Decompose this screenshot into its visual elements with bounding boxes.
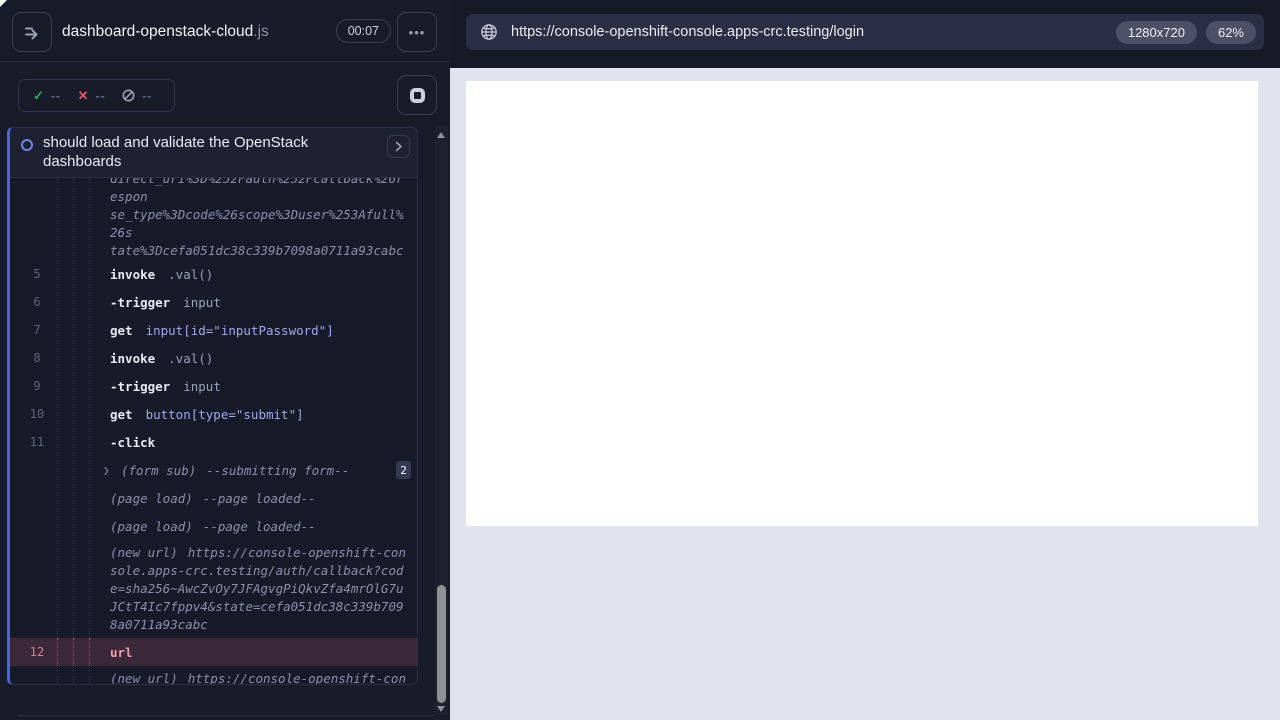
reporter-menu-button[interactable]: ••• — [397, 12, 437, 52]
pending-count: -- — [142, 88, 152, 103]
reporter-header: dashboard-openstack-cloud.js 00:07 ••• — [0, 0, 450, 62]
spec-extension: .js — [253, 23, 269, 40]
test-running-icon — [21, 139, 33, 151]
log-command-row[interactable]: 6 -trigger input — [10, 288, 417, 316]
runnables-scroll-area: should load and validate the OpenStack d… — [0, 125, 450, 720]
command-args: input — [183, 378, 221, 394]
command-number: 7 — [33, 323, 41, 337]
indent-guide — [57, 638, 58, 666]
command-args: .val() — [168, 266, 214, 282]
spec-name: dashboard-openstack-cloud — [62, 23, 254, 40]
viewport-size-badge: 1280x720 — [1115, 20, 1197, 44]
scrollbar-thumb[interactable] — [437, 585, 446, 703]
command-selector: input[id="inputPassword"] — [145, 322, 334, 338]
cypress-reporter-panel: dashboard-openstack-cloud.js 00:07 ••• ✓… — [0, 0, 450, 720]
stop-icon — [409, 87, 425, 103]
log-command-row[interactable]: 8 invoke .val() — [10, 344, 417, 372]
command-number: 5 — [33, 267, 41, 281]
stop-button[interactable] — [397, 75, 437, 115]
command-number: 10 — [29, 407, 45, 421]
chevron-right-icon — [395, 141, 402, 152]
test-stats: ✓ -- ✕ -- -- — [18, 79, 175, 112]
test-timer: 00:07 — [335, 19, 391, 43]
scroll-up-arrow-icon[interactable] — [437, 132, 445, 138]
command-number: 11 — [29, 435, 45, 449]
command-method: invoke — [110, 350, 156, 366]
scroll-down-arrow-icon[interactable] — [437, 706, 445, 712]
command-method: -trigger — [110, 378, 171, 394]
test-title: should load and validate the OpenStack d… — [43, 134, 309, 170]
stat-pending: -- — [122, 88, 152, 103]
command-args: .val() — [168, 350, 214, 366]
failed-count: -- — [95, 88, 106, 103]
command-selector: button[type="submit"] — [145, 406, 304, 422]
command-method: url — [110, 644, 133, 660]
command-args: input — [183, 294, 221, 310]
ban-icon — [122, 89, 135, 102]
stats-section: ✓ -- ✕ -- -- — [0, 63, 450, 125]
browser-pane: https://console-openshift-console.apps-c… — [450, 0, 1280, 720]
command-number: 9 — [33, 379, 41, 393]
ellipsis-icon: ••• — [408, 24, 426, 40]
passed-count: -- — [50, 88, 61, 103]
url-text: https://console-openshift-console.apps-c… — [511, 24, 865, 40]
log-event-page-load: (page load) --page loaded-- — [10, 512, 417, 540]
command-number: 8 — [33, 351, 41, 365]
command-method: get — [110, 322, 133, 338]
specs-list-toggle-button[interactable] — [12, 12, 52, 52]
log-command-row[interactable]: 9 -trigger input — [10, 372, 417, 400]
indent-guide — [73, 638, 74, 666]
event-label: (page load) — [110, 490, 193, 506]
command-number: 6 — [33, 295, 41, 309]
reporter-scrollbar[interactable] — [435, 126, 448, 715]
command-method: invoke — [110, 266, 156, 282]
url-bar[interactable]: https://console-openshift-console.apps-c… — [466, 14, 1264, 50]
log-event-page-load: (page load) --page loaded-- — [10, 484, 417, 512]
test-expand-button[interactable] — [387, 135, 410, 158]
test-block: should load and validate the OpenStack d… — [7, 127, 418, 685]
log-command-row[interactable]: 5 invoke .val() — [10, 260, 417, 288]
event-label: (page load) — [110, 518, 193, 534]
log-event-new-url: (new url)https://console-openshift-conso… — [110, 671, 406, 684]
log-event-new-url: (new url)https://console-openshift-conso… — [110, 545, 406, 632]
command-number: 12 — [29, 645, 45, 659]
app-viewport — [450, 68, 1280, 720]
stat-failed: ✕ -- — [78, 88, 106, 104]
indent-guide — [89, 638, 90, 666]
event-label: (form sub) — [121, 462, 197, 478]
next-item-divider — [18, 715, 435, 716]
log-event-wrapped-clipped: direct_uri%3D%252Fauth%252Fcallback%26re… — [110, 178, 404, 258]
stat-passed: ✓ -- — [33, 88, 61, 104]
event-text: --submitting form-- — [206, 462, 350, 478]
log-command-row[interactable]: 7 get input[id="inputPassword"] — [10, 316, 417, 344]
event-text: --page loaded-- — [202, 518, 316, 534]
log-command-row[interactable]: 11 -click — [10, 428, 417, 456]
zoom-level-badge: 62% — [1205, 20, 1256, 44]
globe-icon — [481, 24, 497, 40]
x-icon: ✕ — [77, 87, 89, 103]
chevron-right-icon[interactable]: ❯ — [103, 464, 121, 477]
event-count-badge: 2 — [396, 461, 411, 479]
command-method: -trigger — [110, 294, 171, 310]
log-command-row[interactable]: 10 get button[type="submit"] — [10, 400, 417, 428]
command-method: get — [110, 406, 133, 422]
check-icon: ✓ — [33, 87, 44, 103]
spec-filename: dashboard-openstack-cloud.js — [62, 23, 269, 41]
test-header[interactable]: should load and validate the OpenStack d… — [10, 128, 417, 178]
command-method: -click — [110, 434, 156, 450]
log-event-form-submit: ❯ (form sub) --submitting form-- 2 — [10, 456, 417, 484]
log-command-row-highlighted[interactable]: 12 url — [10, 638, 417, 666]
panel-expand-icon — [25, 27, 38, 40]
command-log: direct_uri%3D%252Fauth%252Fcallback%26re… — [10, 178, 417, 684]
rendered-page[interactable] — [466, 81, 1258, 526]
event-text: --page loaded-- — [202, 490, 316, 506]
